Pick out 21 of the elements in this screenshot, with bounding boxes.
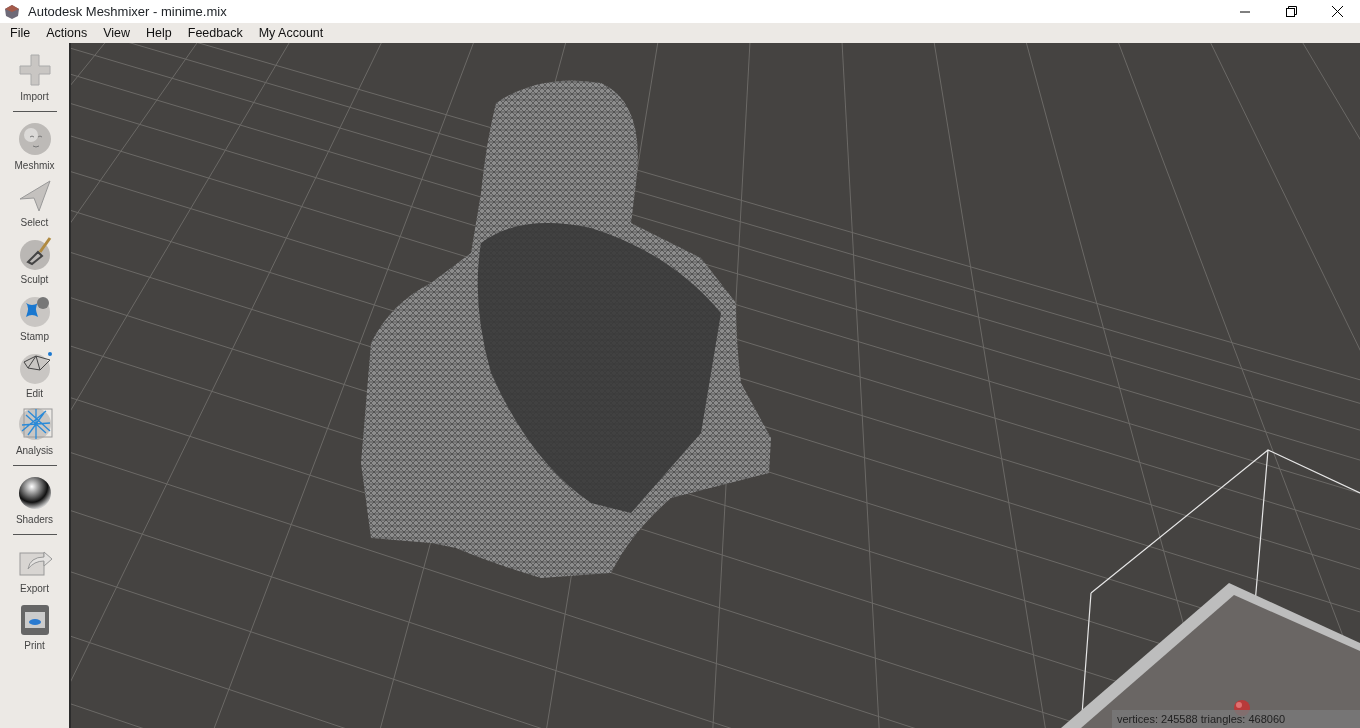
toolbar-button[interactable]: Print (4, 600, 65, 653)
close-icon (1331, 6, 1343, 17)
toolbar-button[interactable]: Shaders (4, 474, 65, 527)
menu-item[interactable]: View (95, 23, 139, 43)
menu-item[interactable]: My Account (250, 23, 332, 43)
mesh-statistics: vertices: 245588 triangles: 468060 (1112, 710, 1360, 728)
menu-item[interactable]: Help (138, 23, 180, 43)
toolbar-button[interactable]: Sculpt (4, 234, 65, 287)
toolbar-button[interactable]: Select (4, 177, 65, 230)
toolbar-button[interactable]: Analysis (4, 405, 65, 458)
menu-item[interactable]: Feedback (179, 23, 251, 43)
app-logo-icon (4, 3, 20, 20)
restore-icon (1285, 6, 1297, 17)
toolbar-button[interactable]: Meshmix (4, 120, 65, 173)
toolbar-button[interactable]: Export (4, 543, 65, 596)
menu-item[interactable]: File (2, 23, 39, 43)
window-title: Autodesk Meshmixer - minime.mix (28, 2, 227, 21)
toolbar-button[interactable]: Import (4, 51, 65, 104)
menu-item[interactable]: Actions (38, 23, 96, 43)
toolbar-button[interactable]: Stamp (4, 291, 65, 344)
toolbar-button[interactable]: Edit (4, 348, 65, 401)
